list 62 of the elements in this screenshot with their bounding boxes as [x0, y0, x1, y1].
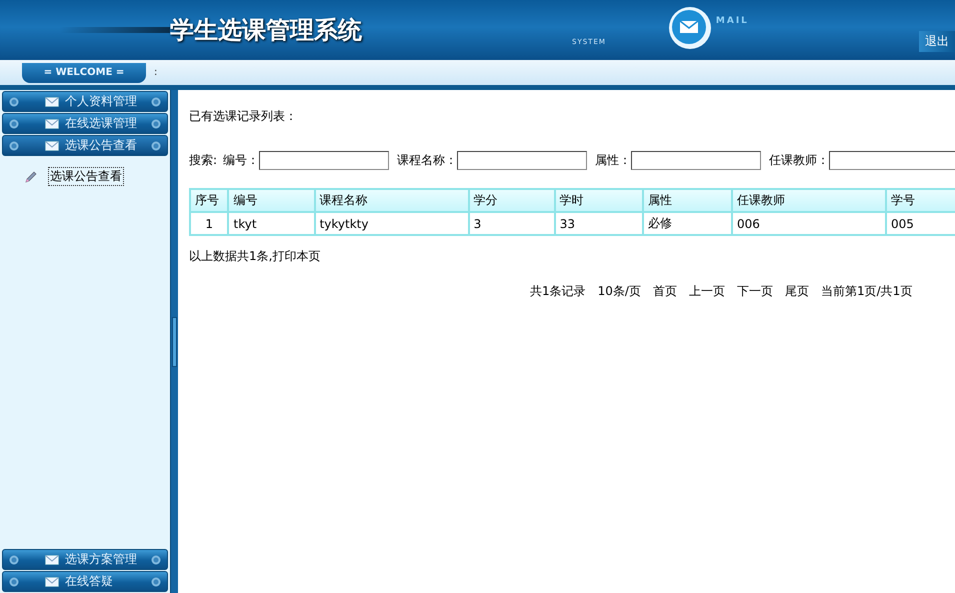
- circle-icon: [9, 554, 19, 564]
- menu-button[interactable]: 在线答疑: [2, 571, 168, 592]
- table-cell: 33: [554, 212, 643, 235]
- envelope-icon: [45, 140, 59, 150]
- page-link[interactable]: 尾页: [784, 283, 809, 300]
- mail-icon: [668, 6, 712, 50]
- circle-icon: [151, 554, 161, 564]
- column-header: 学分: [468, 189, 555, 212]
- mail-label: MAIL: [716, 16, 749, 26]
- page-link[interactable]: 首页: [652, 283, 677, 300]
- splitter-handle[interactable]: [172, 316, 177, 366]
- input-field[interactable]: [457, 151, 588, 170]
- circle-icon: [151, 96, 161, 106]
- page-info: 10条/页: [598, 283, 641, 300]
- circle-icon: [9, 576, 19, 586]
- list-heading: 已有选课记录列表：: [189, 108, 297, 125]
- column-header: 属性: [642, 189, 732, 212]
- page-link[interactable]: 上一页: [688, 283, 725, 300]
- column-header: 学时: [554, 189, 643, 212]
- circle-icon: [9, 96, 19, 106]
- submenu-link[interactable]: 选课公告查看: [48, 167, 124, 186]
- pencil-icon: [24, 170, 38, 184]
- circle-icon: [9, 118, 19, 128]
- field-label: 课程名称：: [397, 152, 458, 169]
- table-cell: tkyt: [228, 212, 315, 235]
- column-header: 任课教师: [732, 189, 886, 212]
- menu-button[interactable]: 选课方案管理: [2, 549, 168, 570]
- page-info: 当前第1页/共1页: [820, 283, 912, 300]
- column-header: 学号: [886, 189, 955, 212]
- circle-icon: [151, 118, 161, 128]
- input-field[interactable]: [829, 151, 955, 170]
- table-cell: 006: [732, 212, 886, 235]
- menu-button[interactable]: 个人资料管理: [2, 91, 168, 112]
- field-label: 任课教师：: [769, 152, 830, 169]
- input-field[interactable]: [259, 151, 390, 170]
- menu-button[interactable]: 选课公告查看: [2, 135, 168, 156]
- envelope-icon: [45, 96, 59, 106]
- table-cell: tykytkty: [314, 212, 469, 235]
- system-title: 学生选课管理系统: [170, 14, 362, 46]
- circle-icon: [9, 140, 19, 150]
- column-header: 序号: [190, 189, 228, 212]
- table-cell: 必修: [642, 212, 732, 235]
- envelope-icon: [45, 576, 59, 586]
- table-cell: 3: [468, 212, 555, 235]
- column-header: 编号: [228, 189, 315, 212]
- table-cell: 1: [190, 212, 228, 235]
- field-label: 编号：: [223, 152, 260, 169]
- page-info: 共1条记录: [530, 283, 586, 300]
- field-label: 属性：: [595, 152, 632, 169]
- envelope-icon: [45, 118, 59, 128]
- menu-button[interactable]: 在线选课管理: [2, 113, 168, 134]
- input-field[interactable]: [631, 151, 762, 170]
- page-link[interactable]: 下一页: [736, 283, 773, 300]
- summary-text: 以上数据共1条,打印本页: [189, 248, 320, 265]
- welcome-text: :: [154, 67, 158, 78]
- logout-button[interactable]: 退出: [919, 31, 955, 52]
- envelope-icon: [45, 554, 59, 564]
- circle-icon: [151, 576, 161, 586]
- column-header: 课程名称: [314, 189, 469, 212]
- search-label: 搜索:: [189, 152, 218, 169]
- welcome-badge: = WELCOME =: [22, 62, 146, 82]
- circle-icon: [151, 140, 161, 150]
